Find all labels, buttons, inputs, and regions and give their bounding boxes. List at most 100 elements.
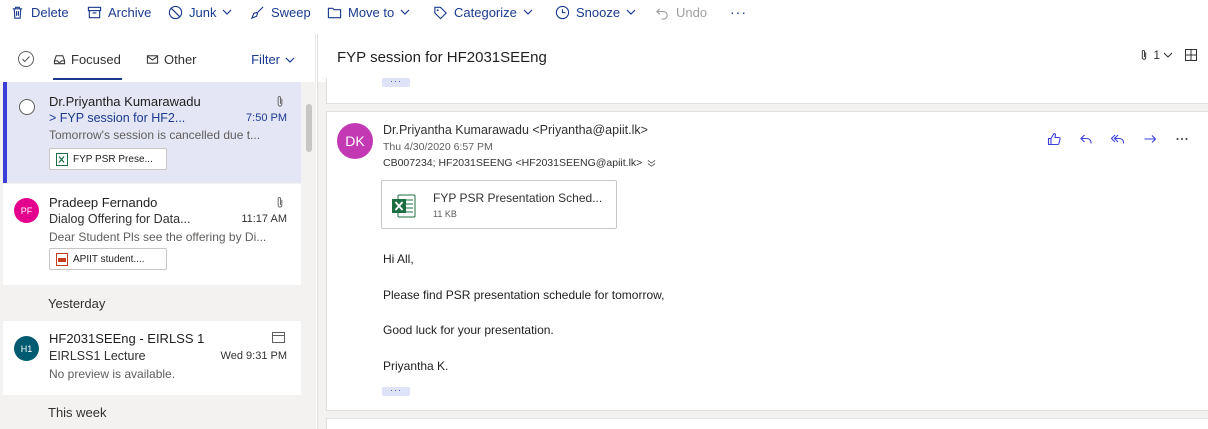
archive-icon (87, 6, 102, 18)
chevron-down-icon (285, 57, 295, 63)
chevron-down-icon (523, 9, 533, 15)
broom-icon (250, 5, 264, 19)
pdf-file-icon (56, 252, 68, 266)
filter-label: Filter (251, 52, 280, 67)
reply-all-button[interactable] (1102, 131, 1134, 147)
selection-indicator (3, 82, 7, 183)
delete-button[interactable]: Delete (10, 3, 69, 21)
more-options-button[interactable] (1166, 131, 1198, 147)
list-item[interactable]: Dr.Priyantha Kumarawadu > FYP session fo… (3, 82, 301, 183)
sender-name: Dr.Priyantha Kumarawadu (49, 94, 201, 109)
collapsed-message-card[interactable]: ··· (326, 77, 1208, 104)
subject-line: EIRLSS1 Lecture (49, 349, 146, 363)
attachment-chip[interactable]: APIIT student.... (49, 248, 167, 270)
reading-pane: FYP session for HF2031SEEng 1 ··· DK Dr.… (317, 34, 1208, 429)
body-signature: Priyantha K. (383, 359, 449, 373)
group-header-this-week: This week (48, 405, 107, 420)
active-tab-indicator (53, 78, 122, 80)
more-label: ··· (730, 4, 747, 20)
body-paragraph: Please find PSR presentation schedule fo… (383, 288, 665, 302)
paperclip-icon (1142, 49, 1147, 60)
next-message-card[interactable] (326, 418, 1208, 429)
attachment-chip[interactable]: FYP PSR Prese... (49, 148, 167, 170)
group-header-yesterday: Yesterday (48, 296, 106, 311)
sender-name: HF2031SEEng - EIRLSS 1 (49, 331, 205, 346)
sender-avatar: DK (337, 123, 373, 159)
attachment-name: FYP PSR Prese... (73, 153, 153, 165)
like-button[interactable] (1038, 131, 1070, 147)
tag-icon (434, 6, 447, 19)
archive-button[interactable]: Archive (87, 3, 151, 21)
message-date: Thu 4/30/2020 6:57 PM (383, 141, 493, 153)
snooze-button[interactable]: Snooze (555, 3, 636, 21)
inbox-focused-icon (53, 55, 66, 65)
scrollbar-thumb[interactable] (306, 104, 312, 152)
excel-file-icon (392, 194, 416, 218)
block-icon (168, 5, 183, 19)
conversation-tools: 1 (1138, 48, 1197, 62)
list-item[interactable]: H1 HF2031SEEng - EIRLSS 1 EIRLSS1 Lectur… (3, 321, 301, 395)
reply-button[interactable] (1070, 131, 1102, 147)
preview-text: Tomorrow's session is cancelled due t... (49, 128, 261, 142)
junk-button[interactable]: Junk (168, 3, 232, 21)
chevron-down-icon (1163, 52, 1173, 58)
attachment-count: 1 (1153, 48, 1160, 62)
checkmark-icon (22, 56, 30, 63)
preview-text: Dear Student Pls see the offering by Di.… (49, 230, 267, 244)
folder-move-icon (327, 7, 342, 18)
message-recipients: CB007234; HF2031SEENG <HF2031SEENG@apiit… (383, 157, 656, 169)
trash-icon (12, 6, 23, 19)
conversation-title: FYP session for HF2031SEEng (337, 49, 547, 66)
mail-icon (146, 55, 159, 64)
chevron-down-icon (400, 9, 410, 15)
move-to-label: Move to (348, 4, 395, 20)
reply-all-icon (1111, 134, 1125, 144)
subject-line: Dialog Offering for Data... (49, 212, 191, 226)
message-list-pane: Focused Other Filter Dr.Priyantha Kumara… (0, 34, 316, 429)
subject-line: > FYP session for HF2... (49, 111, 186, 125)
received-time: 7:50 PM (246, 112, 287, 124)
attachment-size: 11 KB (433, 209, 457, 219)
message-from: Dr.Priyantha Kumarawadu <Priyantha@apiit… (383, 123, 648, 137)
clock-icon (555, 5, 570, 19)
move-to-button[interactable]: Move to (327, 3, 410, 21)
received-time: Wed 9:31 PM (220, 350, 287, 362)
calendar-icon (272, 332, 285, 343)
avatar: PF (14, 198, 39, 223)
tab-focused-label: Focused (71, 52, 121, 67)
attachment-card[interactable]: FYP PSR Presentation Sched... 11 KB (381, 180, 617, 229)
popout-icon[interactable] (1185, 49, 1197, 61)
attachment-name: FYP PSR Presentation Sched... (433, 191, 603, 205)
tab-focused[interactable]: Focused (53, 52, 121, 67)
categorize-button[interactable]: Categorize (433, 3, 533, 21)
chevron-down-icon (626, 9, 636, 15)
more-actions-button[interactable]: ··· (730, 3, 747, 21)
list-scrollbar[interactable] (302, 82, 316, 429)
delete-label: Delete (31, 4, 69, 20)
more-icon (1176, 138, 1188, 140)
list-item[interactable]: PF Pradeep Fernando Dialog Offering for … (3, 184, 301, 285)
undo-button[interactable]: Undo (655, 3, 707, 21)
archive-label: Archive (108, 4, 152, 20)
list-header: Focused Other Filter (0, 34, 316, 82)
show-more-button[interactable]: ··· (382, 77, 410, 87)
select-checkbox[interactable] (19, 99, 35, 115)
preview-text: No preview is available. (49, 367, 176, 381)
message-card: DK Dr.Priyantha Kumarawadu <Priyantha@ap… (326, 111, 1208, 411)
undo-label: Undo (676, 4, 708, 20)
excel-file-icon (56, 152, 68, 166)
filter-button[interactable]: Filter (251, 52, 295, 67)
paperclip-icon (277, 96, 283, 107)
avatar: H1 (14, 336, 39, 361)
expand-chevron-icon[interactable] (647, 159, 656, 168)
tab-other[interactable]: Other (146, 52, 197, 67)
sweep-label: Sweep (271, 4, 311, 20)
forward-button[interactable] (1134, 131, 1166, 147)
categorize-label: Categorize (454, 4, 517, 20)
select-all-toggle[interactable] (18, 51, 34, 67)
forward-icon (1144, 135, 1157, 143)
show-quoted-text-button[interactable]: ··· (382, 386, 410, 396)
attachments-toggle[interactable]: 1 (1138, 48, 1173, 62)
received-time: 11:17 AM (241, 213, 287, 225)
sweep-button[interactable]: Sweep (250, 3, 311, 21)
